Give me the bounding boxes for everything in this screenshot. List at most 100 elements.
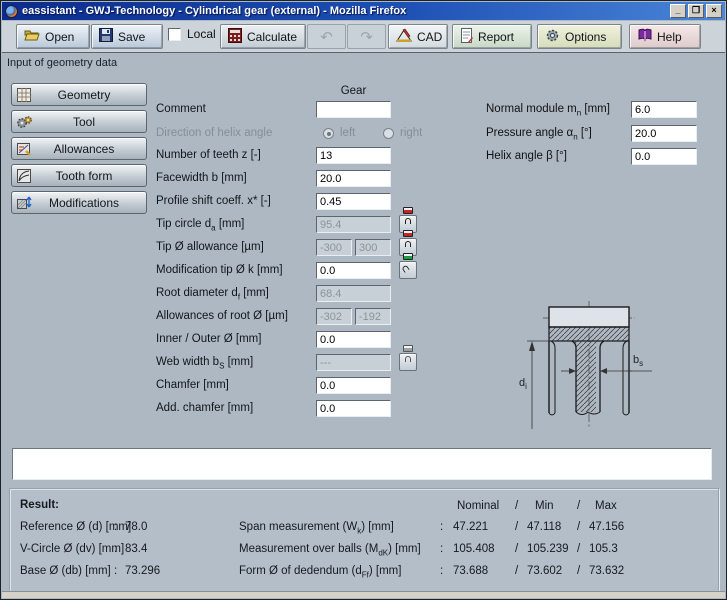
slash: / [515,521,518,533]
options-label: Options [565,30,606,44]
options-tools-icon [545,28,560,46]
teeth-label: Number of teeth z [-] [156,147,261,164]
web-width-input [316,354,391,371]
maximize-button[interactable]: ❐ [688,4,704,18]
result-nominal-value: 47.221 [453,521,488,533]
slash: / [515,565,518,577]
gear-column-header: Gear [316,85,391,97]
chamfer-input[interactable] [316,377,391,394]
result-min-value: 105.239 [527,543,569,555]
helix-angle-input[interactable] [631,148,697,165]
sidebar-item-modifications[interactable]: Modifications [11,191,147,214]
result-max-value: 105.3 [589,543,618,555]
options-button[interactable]: Options [537,24,622,49]
report-document-icon [460,28,473,46]
helix-right-label: right [400,127,422,140]
local-checkbox-group[interactable]: Local [168,27,216,41]
root-allowance-max-input [355,308,391,325]
slash: / [577,565,580,577]
allowances-icon [12,141,36,157]
cad-label: CAD [417,30,442,44]
result-header-sep: / [577,500,580,512]
web-width-lock-button [399,353,417,371]
result-header-sep: / [515,500,518,512]
sidebar-label-tool: Tool [36,115,146,129]
colon: : [114,543,117,555]
helix-left-label: left [340,127,355,140]
cad-button[interactable]: CAD [388,24,448,49]
mod-tip-lock-button[interactable] [399,261,417,279]
undo-button: ↶ [307,24,346,49]
status-text: Input of geometry data [7,57,117,69]
sidebar-label-tooth-form: Tooth form [36,169,146,183]
comment-input[interactable] [316,101,391,118]
helix-angle-label: Helix angle β [°] [486,148,567,165]
calculate-label: Calculate [247,30,297,44]
redo-button: ↷ [347,24,386,49]
minimize-button[interactable]: _ [670,4,686,18]
pressure-angle-input[interactable] [631,125,697,142]
normal-module-input[interactable] [631,101,697,118]
mod-tip-input[interactable] [316,262,391,279]
result-row-value: 73.296 [125,565,160,577]
save-button[interactable]: Save [91,24,163,49]
result-header-min: Min [535,500,554,512]
colon: : [440,543,443,555]
open-folder-icon [24,28,40,45]
tooth-form-icon [12,168,36,184]
tip-allowance-label: Tip Ø allowance [µm] [156,239,264,256]
comment-label: Comment [156,101,206,118]
colon: : [440,521,443,533]
open-label: Open [45,30,74,44]
slash: / [577,543,580,555]
slash: / [577,521,580,533]
result-min-value: 47.118 [527,521,561,533]
grid-icon [12,87,36,103]
title-bar: eassistant - GWJ-Technology - Cylindrica… [2,2,725,20]
report-button[interactable]: Report [452,24,532,49]
undo-icon: ↶ [320,28,333,46]
result-min-value: 73.602 [527,565,562,577]
sidebar-label-geometry: Geometry [36,88,146,102]
result-row-value: 83.4 [125,543,147,555]
result-row-label: V-Circle Ø (dv) [mm] [20,543,124,555]
tip-circle-input [316,216,391,233]
result-row-label: Span measurement (Wk) [mm] [239,521,394,535]
sidebar-item-allowances[interactable]: Allowances [11,137,147,160]
inner-outer-input[interactable] [316,331,391,348]
close-button[interactable]: × [706,4,722,18]
result-header-max: Max [595,500,617,512]
cad-ruler-pencil-icon [396,28,412,45]
result-nominal-value: 73.688 [453,565,488,577]
teeth-input[interactable] [316,147,391,164]
colon: : [114,565,117,577]
colon: : [114,521,117,533]
help-button[interactable]: Help [629,24,701,49]
sidebar-item-tooth-form[interactable]: Tooth form [11,164,147,187]
facewidth-label: Facewidth b [mm] [156,170,247,187]
tip-allowance-min-input [316,239,352,256]
facewidth-input[interactable] [316,170,391,187]
calculate-button[interactable]: Calculate [220,24,306,49]
tip-circle-label: Tip circle da [mm] [156,216,244,233]
calculator-icon [228,28,242,46]
toolbar: Open Save Local Calculate ↶ ↷ CAD Report… [2,21,725,53]
sidebar-label-allowances: Allowances [36,142,146,156]
profile-shift-input[interactable] [316,193,391,210]
open-button[interactable]: Open [16,24,90,49]
result-max-value: 47.156 [589,521,624,533]
redo-icon: ↷ [360,28,373,46]
sidebar-item-geometry[interactable]: Geometry [11,83,147,106]
result-header-nominal: Nominal [457,500,499,512]
web-width-label: Web width bS [mm] [156,354,253,371]
root-diameter-label: Root diameter df [mm] [156,285,269,302]
add-chamfer-input[interactable] [316,400,391,417]
diagram-bs-label: bs [633,354,643,368]
sidebar-item-tool[interactable]: Tool [11,110,147,133]
mod-tip-label: Modification tip Ø k [mm] [156,262,283,279]
profile-shift-label: Profile shift coeff. x* [-] [156,193,271,210]
result-row-label: Form Ø of dedendum (dFf) [mm] [239,565,401,579]
helix-right-radio [383,128,394,139]
local-label: Local [187,27,216,41]
local-checkbox[interactable] [168,28,181,41]
